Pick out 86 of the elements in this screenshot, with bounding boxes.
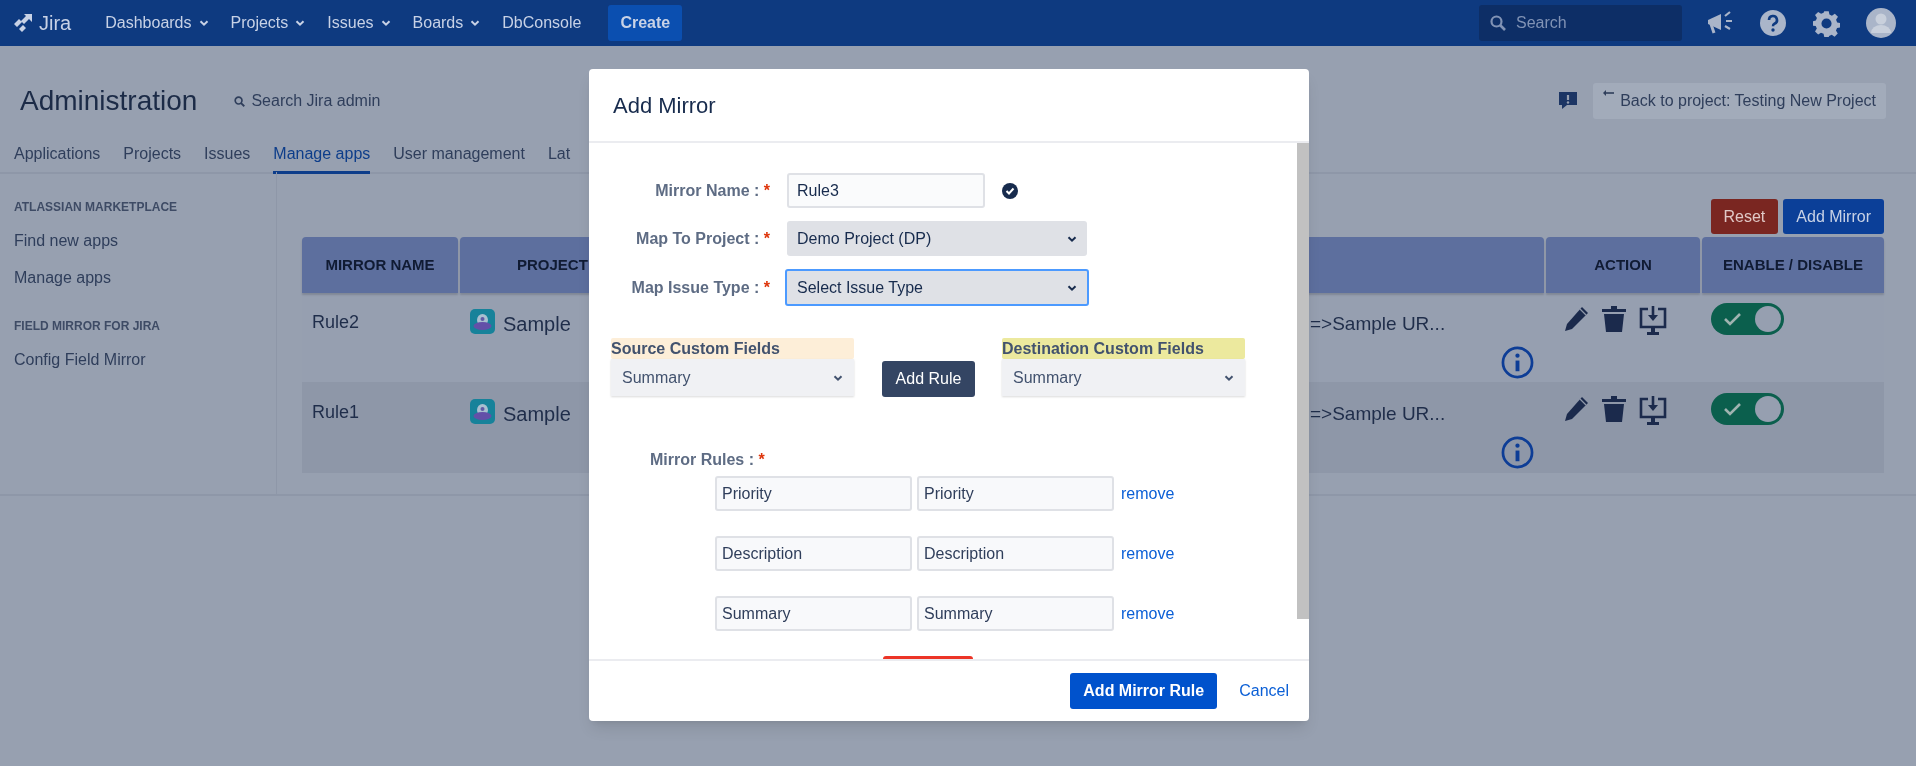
required-mark: * [758, 451, 765, 468]
add-rule-button[interactable]: Add Rule [882, 361, 975, 397]
column-header: ACTION [1546, 237, 1700, 293]
remove-link[interactable]: remove [1121, 481, 1175, 506]
search-field[interactable]: Search [1479, 5, 1682, 41]
download-monitor-icon[interactable] [1639, 306, 1667, 338]
dropdown-select[interactable]: Demo Project (DP) [787, 221, 1087, 256]
admin-tab[interactable]: Issues [204, 134, 251, 174]
required-mark: * [763, 181, 770, 199]
field-label: Map Issue Type : [631, 278, 760, 296]
dropdown-select[interactable]: Select Issue Type [785, 269, 1089, 306]
reset-button[interactable]: Reset [1710, 199, 1779, 234]
section-label: Source Custom Fields [611, 338, 854, 359]
search-icon [234, 95, 246, 107]
info-icon[interactable] [1501, 345, 1534, 379]
trash-icon[interactable] [1602, 306, 1626, 332]
megaphone-icon[interactable] [1706, 10, 1734, 36]
column-header: MIRROR NAME [302, 237, 458, 293]
nav-menu-item[interactable]: Boards [412, 11, 481, 35]
checkmark-icon [1724, 313, 1741, 326]
mirror-name-field[interactable]: Rule3 [787, 173, 985, 208]
project-avatar-icon [470, 309, 495, 334]
jira-logo[interactable]: Jira [14, 8, 72, 38]
trash-icon[interactable] [1602, 396, 1626, 422]
add-mirror-button[interactable]: Add Mirror [1783, 199, 1884, 234]
admin-tab[interactable]: User management [393, 134, 525, 174]
admin-tab[interactable]: Manage apps [273, 134, 371, 174]
nav-menu-label: Dashboards [105, 13, 192, 33]
source-field[interactable]: Description [715, 536, 912, 571]
section-label: Destination Custom Fields [1002, 338, 1245, 359]
feedback-icon[interactable] [1558, 91, 1579, 111]
info-icon[interactable] [1501, 435, 1534, 469]
field-label: Mirror Rules : [650, 451, 754, 468]
nav-menu-label: Projects [230, 13, 289, 33]
help-icon[interactable] [1760, 10, 1786, 36]
admin-tab[interactable]: Lat [547, 134, 571, 174]
source-field[interactable]: Priority [715, 476, 912, 511]
sidebar-heading: ATLASSIAN MARKETPLACE [14, 199, 179, 216]
create-button[interactable]: Create [608, 5, 683, 41]
destination-field[interactable]: Summary [917, 596, 1114, 631]
table-cell-text: =>Sample UR... [1310, 312, 1446, 336]
field-label: Mirror Name : [655, 181, 760, 199]
nav-menu-item[interactable]: Issues [327, 11, 391, 35]
search-icon [1490, 15, 1506, 31]
project-avatar-icon [470, 399, 495, 424]
nav-menu-item[interactable]: DbConsole [502, 11, 582, 35]
nav-menu-label: Issues [327, 13, 374, 33]
pencil-icon[interactable] [1563, 396, 1589, 422]
pencil-icon[interactable] [1563, 306, 1589, 332]
jira-logo-icon [14, 14, 34, 32]
dialog-title: Add Mirror [613, 91, 716, 120]
nav-menu-label: Boards [412, 13, 464, 33]
add-mirror-rule-button[interactable]: Add Mirror Rule [1070, 673, 1218, 709]
toggle-switch[interactable] [1711, 303, 1784, 335]
sidebar-item[interactable]: Manage apps [14, 266, 276, 290]
avatar-icon[interactable] [1866, 8, 1896, 38]
settings-icon[interactable] [1813, 9, 1840, 37]
destination-field[interactable]: Priority [917, 476, 1114, 511]
table-cell-text: Sample [503, 312, 571, 337]
cancel-link[interactable]: Cancel [1239, 679, 1289, 703]
sidebar-item[interactable]: Find new apps [14, 229, 276, 253]
back-to-project-button[interactable]: Back to project: Testing New Project [1593, 83, 1886, 119]
dropdown-select[interactable]: Summary [1002, 359, 1245, 396]
remove-link[interactable]: remove [1121, 601, 1175, 626]
destination-field[interactable]: Description [917, 536, 1114, 571]
table-cell-text: =>Sample UR... [1310, 402, 1446, 426]
table-cell-text: Rule2 [311, 311, 361, 334]
column-header: ENABLE / DISABLE [1702, 237, 1884, 293]
admin-tab[interactable]: Applications [14, 134, 101, 174]
table-cell-text: Sample [503, 402, 571, 427]
remove-link[interactable]: remove [1121, 541, 1175, 566]
admin-tab[interactable]: Projects [123, 134, 182, 174]
table-cell-text: Rule1 [311, 401, 361, 424]
search-admin-link[interactable]: Search Jira admin [234, 89, 381, 113]
nav-menu-item[interactable]: Dashboards [105, 11, 209, 35]
source-field[interactable]: Summary [715, 596, 912, 631]
dropdown-select[interactable]: Summary [611, 359, 854, 396]
checkmark-icon [1724, 403, 1741, 416]
page-title: Administration [20, 84, 198, 118]
sidebar-item[interactable]: Config Field Mirror [14, 348, 276, 372]
sidebar-heading: FIELD MIRROR FOR JIRA [14, 318, 161, 335]
toggle-switch[interactable] [1711, 393, 1784, 425]
download-monitor-icon[interactable] [1639, 396, 1667, 428]
scrollbar[interactable] [1297, 143, 1309, 619]
required-mark: * [763, 278, 770, 296]
nav-menu-item[interactable]: Projects [230, 11, 306, 35]
